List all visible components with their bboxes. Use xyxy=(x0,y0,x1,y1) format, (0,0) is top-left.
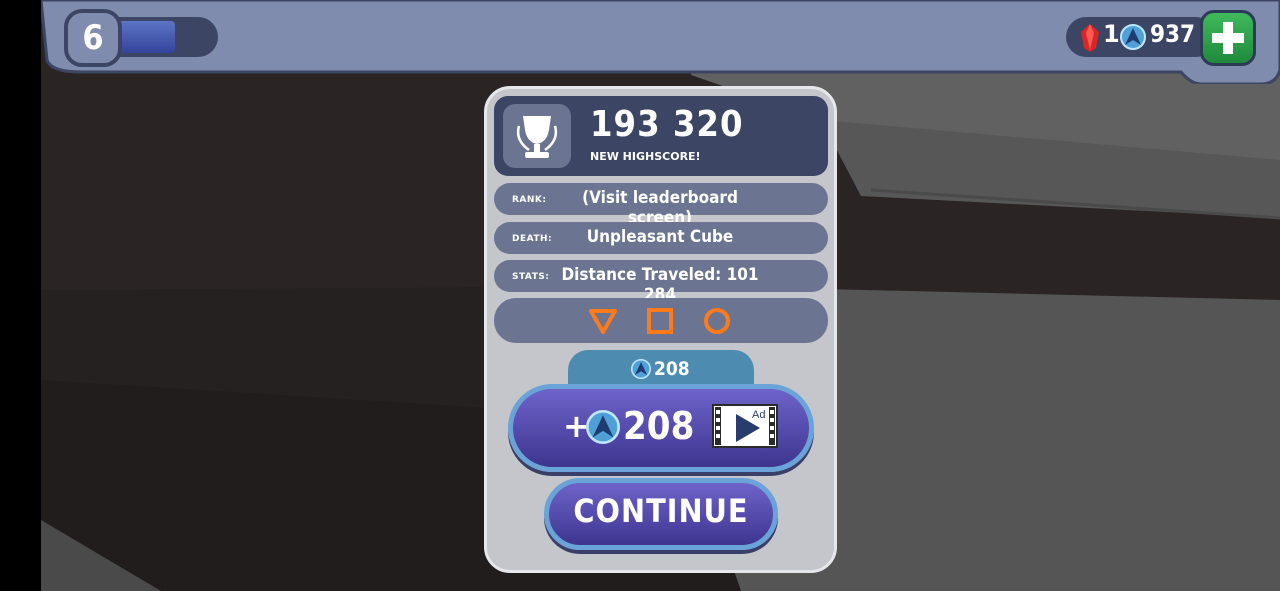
circle-icon xyxy=(704,308,730,334)
base-reward-amount: 208 xyxy=(654,358,690,380)
xp-progress-fill xyxy=(116,21,175,53)
rank-label: RANK: xyxy=(512,195,547,205)
ad-reward-amount: 208 xyxy=(623,404,695,448)
square-icon xyxy=(647,308,673,334)
plus-icon xyxy=(1212,22,1244,54)
coin-icon xyxy=(1120,24,1146,50)
coin-count: 937 xyxy=(1150,20,1196,48)
add-currency-button[interactable] xyxy=(1200,10,1256,66)
stats-label: STATS: xyxy=(512,272,550,282)
new-highscore-label: NEW HIGHSCORE! xyxy=(590,150,701,163)
triangle-icon xyxy=(589,309,617,334)
gem-count: 1 xyxy=(1103,20,1120,48)
ad-badge-label: Ad xyxy=(752,409,765,421)
death-label: DEATH: xyxy=(512,234,553,244)
coin-icon xyxy=(631,359,651,379)
trophy-icon xyxy=(516,116,558,158)
xp-progress-bar xyxy=(112,17,218,57)
level-badge: 6 xyxy=(64,9,122,67)
final-score: 193 320 xyxy=(590,104,744,145)
red-gem-icon xyxy=(1081,24,1099,52)
coin-icon xyxy=(586,410,620,444)
trophy-badge xyxy=(503,104,571,168)
video-ad-icon: Ad xyxy=(712,404,778,448)
death-value: Unpleasant Cube xyxy=(586,227,734,247)
continue-button-label[interactable]: CONTINUE xyxy=(544,492,778,530)
